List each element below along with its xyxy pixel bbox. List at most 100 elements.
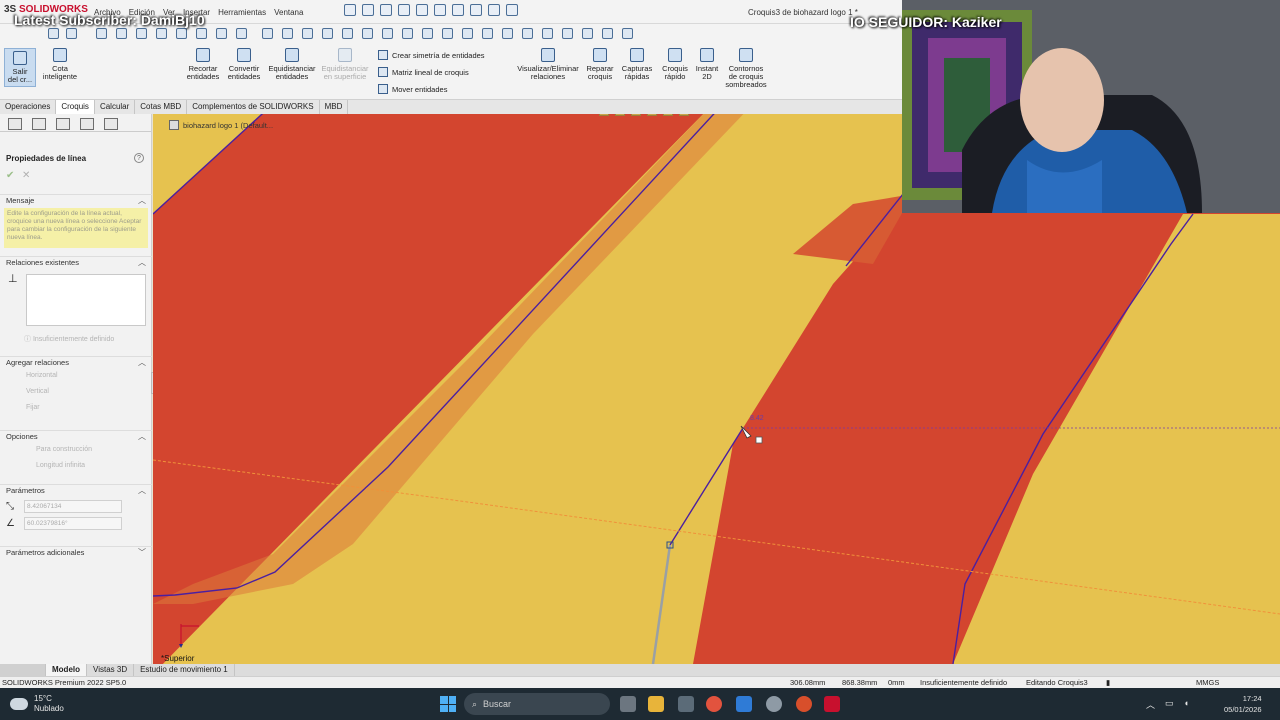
property-manager-icon[interactable] [32, 118, 46, 130]
point-icon[interactable] [216, 28, 227, 39]
quick-snaps-button[interactable]: Capturas rápidas [620, 48, 654, 81]
move-icon[interactable] [502, 28, 513, 39]
print-icon[interactable] [416, 4, 428, 16]
windows-start-icon[interactable] [440, 696, 456, 712]
zoom-area-icon[interactable] [615, 114, 625, 116]
menu-ventana[interactable]: Ventana [274, 8, 303, 17]
display-style-icon[interactable] [679, 114, 689, 116]
home-icon[interactable] [344, 4, 356, 16]
fix-relation[interactable]: Fijar [0, 400, 152, 416]
flyout-tree-node[interactable]: biohazard logo 1 (Default... [169, 120, 273, 130]
rectangle-icon[interactable] [262, 28, 273, 39]
weather-widget[interactable]: 15°C Nublado [10, 694, 64, 714]
file-explorer-icon[interactable] [648, 696, 664, 712]
repair-sketch-button[interactable]: Reparar croquis [584, 48, 616, 81]
add-relations-header[interactable]: Agregar relaciones ︿ [0, 356, 152, 368]
infinite-length-checkbox[interactable]: Longitud infinita [0, 458, 152, 474]
file-properties-icon[interactable] [488, 4, 500, 16]
chrome-icon[interactable] [706, 696, 722, 712]
rapid-sketch-button[interactable]: Croquis rápido [660, 48, 690, 81]
relation-icon[interactable] [442, 28, 453, 39]
shaded-contours-button[interactable]: Contornos de croquis sombreados [724, 48, 768, 89]
previous-view-icon[interactable] [631, 114, 641, 116]
chamfer-icon[interactable] [362, 28, 373, 39]
circle-icon[interactable] [136, 28, 147, 39]
extend-icon[interactable] [322, 28, 333, 39]
angle-input[interactable] [24, 517, 122, 530]
tab-modelo[interactable]: Modelo [46, 664, 87, 676]
move-entities-button[interactable]: Mover entidades [378, 84, 447, 94]
tab-mbd[interactable]: MBD [320, 100, 349, 114]
section-view-icon[interactable] [647, 114, 657, 116]
tab-nav-arrows[interactable] [0, 664, 46, 676]
additional-parameters-header[interactable]: Parámetros adicionales ﹀ [0, 546, 152, 558]
mirror-entities-button[interactable]: Crear simetría de entidades [378, 50, 485, 60]
cancel-x-icon[interactable]: ✕ [22, 170, 30, 181]
volume-icon[interactable]: ◖ [1184, 698, 1189, 711]
solidworks-taskbar-icon[interactable] [824, 696, 840, 712]
ok-check-icon[interactable]: ✔ [6, 170, 14, 181]
tab-croquis[interactable]: Croquis [56, 100, 95, 114]
calculator-icon[interactable] [678, 696, 694, 712]
select-icon[interactable] [452, 4, 464, 16]
obs-icon[interactable] [766, 696, 782, 712]
construction-checkbox[interactable]: Para construcción [0, 442, 152, 458]
relations-list[interactable] [26, 274, 146, 326]
pointer-icon[interactable] [66, 28, 77, 39]
zoom-fit-icon[interactable] [599, 114, 609, 116]
offset-entities-button[interactable]: Equidistanciar entidades [266, 48, 318, 81]
message-header[interactable]: Mensaje ︿ [0, 194, 152, 206]
tab-calcular[interactable]: Calcular [95, 100, 136, 114]
feature-tree-icon[interactable] [8, 118, 22, 130]
app-icon-blue[interactable] [736, 696, 752, 712]
help-icon[interactable]: ? [134, 153, 144, 163]
system-clock[interactable]: 17:24 05/01/2026 [1224, 693, 1262, 715]
tab-vistas-3d[interactable]: Vistas 3D [87, 664, 135, 676]
view-orientation-icon[interactable] [663, 114, 673, 116]
linear-pattern-button[interactable]: Matriz lineal de croquis [378, 67, 469, 77]
options-gear-icon[interactable] [506, 4, 518, 16]
rebuild-icon[interactable] [470, 4, 482, 16]
sketch-picture-icon[interactable] [622, 28, 633, 39]
spline-icon[interactable] [156, 28, 167, 39]
dimension-icon[interactable] [422, 28, 433, 39]
centerline-icon[interactable] [236, 28, 247, 39]
firefox-icon[interactable] [796, 696, 812, 712]
options-header[interactable]: Opciones ︿ [0, 430, 152, 442]
trim-icon[interactable] [302, 28, 313, 39]
instant-2d-button[interactable]: Instant 2D [692, 48, 722, 81]
display-relations-button[interactable]: Visualizar/Eliminar relaciones [516, 48, 580, 81]
new-file-icon[interactable] [362, 4, 374, 16]
menu-herramientas[interactable]: Herramientas [218, 8, 266, 17]
display-manager-icon[interactable] [104, 118, 118, 130]
existing-relations-header[interactable]: Relaciones existentes ︿ [0, 256, 152, 268]
mirror-icon[interactable] [96, 28, 107, 39]
copy-icon[interactable] [562, 28, 573, 39]
task-view-icon[interactable] [620, 696, 636, 712]
tab-estudio-movimiento[interactable]: Estudio de movimiento 1 [134, 664, 235, 676]
smart-dimension-button[interactable]: Cota inteligente [40, 48, 80, 81]
configuration-manager-icon[interactable] [56, 118, 70, 130]
text-icon[interactable] [382, 28, 393, 39]
horizontal-relation[interactable]: Horizontal [0, 368, 152, 384]
taskbar-search[interactable]: ⌕ Buscar [464, 693, 610, 715]
slot-icon[interactable] [196, 28, 207, 39]
rebuild-indicator-icon[interactable]: ▮ [1106, 678, 1110, 687]
dimxpert-icon[interactable] [80, 118, 94, 130]
polygon-icon[interactable] [176, 28, 187, 39]
exit-sketch-button[interactable]: Salir del cr... [4, 48, 36, 87]
stretch-icon[interactable] [582, 28, 593, 39]
fillet-icon[interactable] [342, 28, 353, 39]
arc-icon[interactable] [116, 28, 127, 39]
convert-entities-button[interactable]: Convertir entidades [224, 48, 264, 81]
trim-entities-button[interactable]: Recortar entidades [184, 48, 222, 81]
construction-icon[interactable] [602, 28, 613, 39]
parameters-header[interactable]: Parámetros ︿ [0, 484, 152, 496]
block-icon[interactable] [462, 28, 473, 39]
open-file-icon[interactable] [380, 4, 392, 16]
line-tool-icon[interactable] [48, 28, 59, 39]
tray-chevron-icon[interactable]: ︿ [1146, 698, 1155, 711]
length-input[interactable] [24, 500, 122, 513]
tab-cotas-mbd[interactable]: Cotas MBD [135, 100, 188, 114]
unit-system[interactable]: MMGS [1196, 678, 1219, 687]
